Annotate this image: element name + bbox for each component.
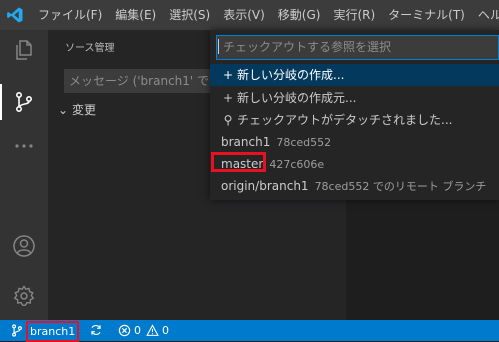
- debug-disconnect-icon: ⚲: [223, 113, 233, 127]
- quick-pick-item-detached[interactable]: ⚲ チェックアウトがデタッチされました...: [210, 109, 499, 131]
- vscode-logo-icon: [7, 7, 23, 23]
- quick-pick-item-create-branch-from[interactable]: + 新しい分岐の作成元...: [210, 87, 499, 109]
- highlight-box-master: [211, 152, 266, 172]
- quick-pick-item-branch1[interactable]: branch1 78ced552: [210, 131, 499, 153]
- git-branch-icon: [12, 324, 22, 337]
- item-description: 78ced552 でのリモート ブランチ: [314, 180, 487, 193]
- chevron-down-icon: ⌄: [58, 103, 69, 117]
- branch-indicator[interactable]: branch1: [26, 321, 80, 342]
- quick-pick-item-origin-branch1[interactable]: origin/branch1 78ced552 でのリモート ブランチ: [210, 175, 499, 197]
- menu-bar: ファイル(F) 編集(E) 選択(S) 表示(V) 移動(G) 実行(R) ター…: [33, 0, 499, 30]
- quick-pick-item-create-branch[interactable]: + 新しい分岐の作成...: [210, 64, 499, 86]
- status-bar: branch1 0 0: [0, 320, 499, 342]
- warning-count: 0: [162, 324, 169, 337]
- menu-selection[interactable]: 選択(S): [164, 0, 215, 30]
- explorer-icon[interactable]: [12, 38, 36, 62]
- more-icon[interactable]: [12, 134, 36, 158]
- menu-go[interactable]: 移動(G): [273, 0, 326, 30]
- sidebar-title: ソース管理: [65, 43, 115, 54]
- plus-icon: +: [222, 68, 234, 82]
- item-description: 78ced552: [276, 136, 332, 149]
- menu-file[interactable]: ファイル(F): [33, 0, 107, 30]
- item-label: チェックアウトがデタッチされました...: [237, 113, 453, 127]
- plus-icon: +: [222, 91, 234, 105]
- activity-bar: [0, 30, 48, 320]
- error-icon: [118, 324, 131, 337]
- menu-edit[interactable]: 編集(E): [110, 0, 161, 30]
- account-icon[interactable]: [12, 234, 36, 258]
- menu-help[interactable]: ヘルプ: [473, 0, 499, 30]
- menu-view[interactable]: 表示(V): [218, 0, 270, 30]
- text-caret: [218, 39, 219, 54]
- settings-gear-icon[interactable]: [12, 284, 36, 308]
- sync-icon[interactable]: [89, 323, 103, 337]
- menu-run[interactable]: 実行(R): [328, 0, 380, 30]
- error-count: 0: [134, 324, 141, 337]
- item-label: branch1: [221, 135, 271, 149]
- active-indicator: [0, 84, 2, 120]
- checkout-quick-pick: チェックアウトする参照を選択 + 新しい分岐の作成... + 新しい分岐の作成元..…: [210, 30, 499, 200]
- item-label: 新しい分岐の作成...: [237, 68, 345, 82]
- menu-terminal[interactable]: ターミナル(T): [383, 0, 470, 30]
- item-description: 427c606e: [269, 158, 325, 171]
- item-label: origin/branch1: [221, 179, 309, 193]
- item-label: 新しい分岐の作成元...: [237, 91, 357, 105]
- source-control-icon[interactable]: [12, 90, 36, 114]
- changes-label: 変更: [72, 103, 97, 117]
- quick-pick-input[interactable]: チェックアウトする参照を選択: [216, 35, 499, 60]
- warning-icon: [146, 324, 159, 336]
- problems-indicator[interactable]: 0 0: [118, 320, 169, 341]
- changes-section-header[interactable]: ⌄ 変更: [58, 100, 96, 120]
- title-bar: ファイル(F) 編集(E) 選択(S) 表示(V) 移動(G) 実行(R) ター…: [0, 0, 499, 30]
